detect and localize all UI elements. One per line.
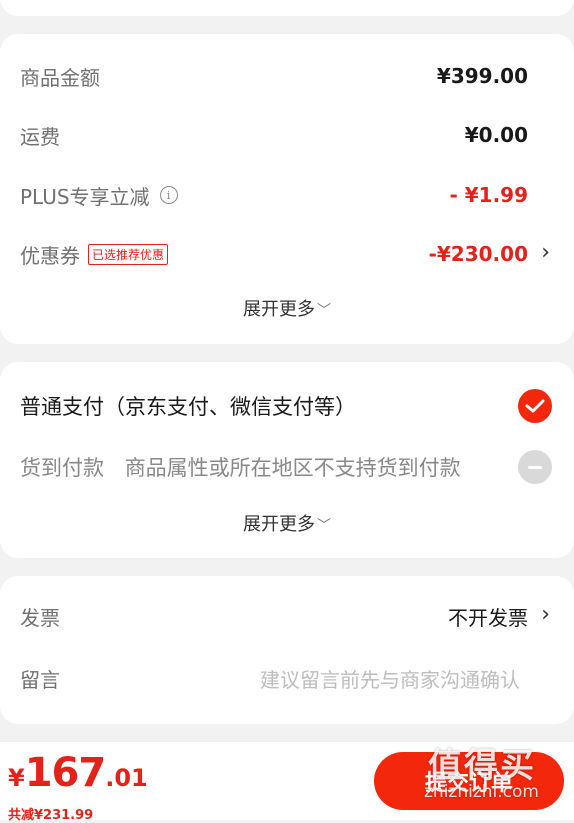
- disabled-minus-icon: [518, 450, 552, 484]
- memo-input[interactable]: 建议留言前先与商家沟通确认: [260, 664, 520, 693]
- payment-option-cod[interactable]: 货到付款 商品属性或所在地区不支持货到付款: [20, 447, 552, 487]
- info-icon[interactable]: i: [159, 186, 178, 204]
- plus-discount-label: PLUS专享立减: [20, 184, 150, 209]
- invoice-label: 发票: [20, 605, 60, 630]
- total-decimal: .01: [105, 764, 148, 792]
- payment-cod-label: 货到付款: [20, 456, 104, 480]
- goods-amount-row: 商品金额 ¥399.00: [20, 56, 528, 96]
- expand-more-amounts[interactable]: 展开更多 ﹀: [0, 295, 574, 321]
- expand-more-payment[interactable]: 展开更多 ﹀: [0, 510, 574, 536]
- invoice-value: 不开发票: [448, 605, 528, 630]
- goods-amount-value: ¥399.00: [436, 64, 528, 88]
- currency-symbol: ¥: [8, 764, 25, 792]
- invoice-row[interactable]: 发票 不开发票: [20, 596, 528, 636]
- submit-order-button[interactable]: 提交订单: [374, 752, 564, 810]
- shipping-value: ¥0.00: [464, 123, 528, 147]
- chevron-right-icon[interactable]: ›: [541, 240, 550, 265]
- amount-summary-card: 商品金额 ¥399.00 运费 ¥0.00 PLUS专享立减 i - ¥1.99…: [0, 34, 574, 344]
- plus-discount-value: - ¥1.99: [449, 183, 528, 207]
- shipping-label: 运费: [20, 124, 60, 149]
- payment-online-label: 普通支付（京东支付、微信支付等）: [20, 395, 356, 419]
- total-integer: 167: [24, 750, 106, 796]
- payment-cod-note: 商品属性或所在地区不支持货到付款: [124, 456, 461, 480]
- memo-label: 留言: [20, 667, 60, 692]
- coupon-row[interactable]: 优惠券 已选推荐优惠 -¥230.00: [20, 234, 528, 274]
- total-price: ¥167.01: [8, 750, 148, 796]
- payment-option-online[interactable]: 普通支付（京东支付、微信支付等）: [20, 386, 552, 426]
- expand-more-label: 展开更多: [243, 299, 315, 320]
- expand-more-label: 展开更多: [243, 514, 315, 535]
- invoice-card: 发票 不开发票 › 留言 建议留言前先与商家沟通确认: [0, 576, 574, 724]
- payment-cod-wrap: 货到付款 商品属性或所在地区不支持货到付款: [20, 452, 461, 482]
- total-saving: 共减¥231.99: [8, 808, 94, 823]
- plus-discount-label-wrap: PLUS专享立减 i: [20, 181, 178, 210]
- chevron-right-icon[interactable]: ›: [541, 602, 550, 627]
- memo-row: 留言 建议留言前先与商家沟通确认: [20, 658, 520, 698]
- coupon-recommend-badge: 已选推荐优惠: [88, 243, 169, 265]
- goods-amount-label: 商品金额: [20, 65, 100, 90]
- checkout-bar: ¥167.01 共减¥231.99 提交订单: [0, 742, 574, 823]
- coupon-label-wrap: 优惠券 已选推荐优惠: [20, 240, 169, 269]
- plus-discount-row: PLUS专享立减 i - ¥1.99: [20, 175, 528, 215]
- chevron-down-icon: ﹀: [317, 518, 331, 534]
- shipping-row: 运费 ¥0.00: [20, 115, 528, 155]
- coupon-value: -¥230.00: [428, 242, 528, 266]
- top-card-edge: [0, 0, 574, 16]
- coupon-label: 优惠券: [20, 243, 80, 268]
- payment-method-card: 普通支付（京东支付、微信支付等） 货到付款 商品属性或所在地区不支持货到付款 展…: [0, 362, 574, 558]
- checkmark-icon[interactable]: [518, 389, 552, 423]
- chevron-down-icon: ﹀: [317, 303, 331, 319]
